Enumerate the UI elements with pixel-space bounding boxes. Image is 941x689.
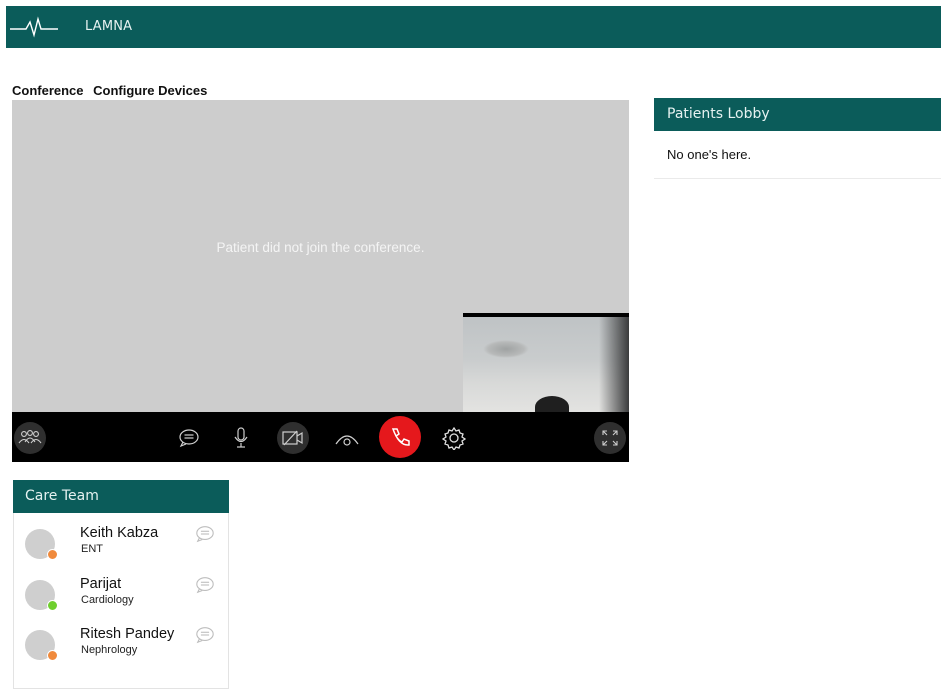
- lobby-empty-message: No one's here.: [667, 147, 752, 162]
- record-button[interactable]: [331, 422, 363, 454]
- ceiling-fan-shape: [483, 340, 529, 358]
- chat-icon[interactable]: [195, 625, 215, 645]
- presence-status-dot: [47, 549, 58, 560]
- care-team-member[interactable]: Ritesh Pandey Nephrology: [14, 626, 228, 672]
- camera-feed-image: [463, 317, 629, 412]
- member-name: Keith Kabza: [80, 525, 159, 541]
- care-team-title: Care Team: [13, 480, 229, 513]
- tab-conference[interactable]: Conference: [12, 83, 84, 98]
- fullscreen-button[interactable]: [594, 422, 626, 454]
- member-department: Nephrology: [81, 644, 138, 656]
- chat-icon: [179, 429, 199, 448]
- participants-button[interactable]: [14, 422, 46, 454]
- settings-button[interactable]: [438, 422, 470, 454]
- chat-button[interactable]: [173, 422, 205, 454]
- camera-off-icon: [282, 430, 303, 446]
- camera-toggle-button[interactable]: [277, 422, 309, 454]
- hang-up-icon: [391, 428, 410, 446]
- patients-lobby-panel: Patients Lobby No one's here.: [654, 98, 941, 179]
- call-control-bar: [12, 412, 629, 462]
- chat-icon[interactable]: [195, 575, 215, 595]
- member-name: Parijat: [80, 576, 122, 592]
- person-head-shape: [535, 396, 569, 412]
- app-title: LAMNA: [85, 19, 133, 34]
- heartbeat-logo-icon: [10, 16, 58, 38]
- care-team-member[interactable]: Keith Kabza ENT: [14, 525, 228, 571]
- care-team-member[interactable]: Parijat Cardiology: [14, 576, 228, 622]
- microphone-button[interactable]: [225, 422, 257, 454]
- presence-status-dot: [47, 650, 58, 661]
- member-department: Cardiology: [81, 594, 134, 606]
- fullscreen-icon: [602, 430, 618, 446]
- microphone-icon: [234, 427, 248, 448]
- patients-lobby-title: Patients Lobby: [654, 98, 941, 131]
- people-icon: [18, 430, 42, 444]
- recording-icon: [335, 435, 359, 446]
- presence-status-dot: [47, 600, 58, 611]
- video-status-message: Patient did not join the conference.: [216, 240, 425, 255]
- conference-tabs: Conference Configure Devices: [12, 83, 213, 98]
- settings-icon: [442, 426, 466, 450]
- care-team-panel: Care Team Keith Kabza ENT Parijat Cardio…: [13, 480, 229, 689]
- hang-up-button[interactable]: [379, 416, 421, 458]
- member-name: Ritesh Pandey: [80, 626, 175, 642]
- self-video-preview: [463, 313, 629, 412]
- tab-configure-devices[interactable]: Configure Devices: [93, 83, 207, 98]
- app-header: LAMNA: [6, 6, 941, 48]
- remote-video-area: Patient did not join the conference.: [12, 100, 629, 412]
- chat-icon[interactable]: [195, 524, 215, 544]
- member-department: ENT: [81, 543, 103, 555]
